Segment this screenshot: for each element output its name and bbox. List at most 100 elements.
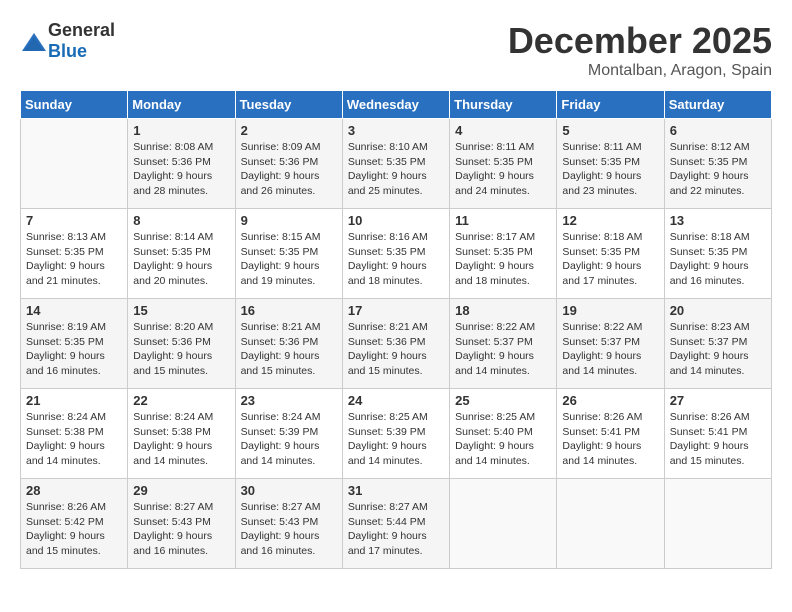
day-number: 30 (241, 483, 337, 498)
calendar-cell (664, 479, 771, 569)
day-info: Sunrise: 8:25 AM Sunset: 5:40 PM Dayligh… (455, 410, 551, 469)
day-info: Sunrise: 8:24 AM Sunset: 5:38 PM Dayligh… (26, 410, 122, 469)
calendar-cell (450, 479, 557, 569)
day-number: 29 (133, 483, 229, 498)
day-number: 16 (241, 303, 337, 318)
day-info: Sunrise: 8:22 AM Sunset: 5:37 PM Dayligh… (562, 320, 658, 379)
page-header: General Blue December 2025 Montalban, Ar… (20, 20, 772, 80)
logo-icon (20, 31, 44, 51)
day-info: Sunrise: 8:24 AM Sunset: 5:38 PM Dayligh… (133, 410, 229, 469)
day-number: 12 (562, 213, 658, 228)
day-number: 2 (241, 123, 337, 138)
calendar-cell: 7 Sunrise: 8:13 AM Sunset: 5:35 PM Daylig… (21, 209, 128, 299)
weekday-header-thursday: Thursday (450, 91, 557, 119)
calendar-week-4: 21 Sunrise: 8:24 AM Sunset: 5:38 PM Dayli… (21, 389, 772, 479)
calendar-cell: 31 Sunrise: 8:27 AM Sunset: 5:44 PM Dayli… (342, 479, 449, 569)
calendar-week-5: 28Sunrise: 8:26 AM Sunset: 5:42 PM Dayli… (21, 479, 772, 569)
calendar-cell: 20 Sunrise: 8:23 AM Sunset: 5:37 PM Dayli… (664, 299, 771, 389)
day-number: 24 (348, 393, 444, 408)
calendar-cell: 15 Sunrise: 8:20 AM Sunset: 5:36 PM Dayli… (128, 299, 235, 389)
weekday-header-tuesday: Tuesday (235, 91, 342, 119)
day-number: 20 (670, 303, 766, 318)
day-number: 8 (133, 213, 229, 228)
day-number: 26 (562, 393, 658, 408)
day-number: 25 (455, 393, 551, 408)
day-info: Sunrise: 8:23 AM Sunset: 5:37 PM Dayligh… (670, 320, 766, 379)
calendar-week-1: 1Sunrise: 8:08 AM Sunset: 5:36 PM Daylig… (21, 119, 772, 209)
location-title: Montalban, Aragon, Spain (508, 62, 772, 80)
logo-blue: Blue (48, 41, 87, 61)
day-info: Sunrise: 8:27 AM Sunset: 5:44 PM Dayligh… (348, 500, 444, 559)
day-info: Sunrise: 8:25 AM Sunset: 5:39 PM Dayligh… (348, 410, 444, 469)
day-info: Sunrise: 8:11 AM Sunset: 5:35 PM Dayligh… (562, 140, 658, 199)
calendar-cell: 24 Sunrise: 8:25 AM Sunset: 5:39 PM Dayli… (342, 389, 449, 479)
day-number: 27 (670, 393, 766, 408)
day-number: 13 (670, 213, 766, 228)
day-number: 19 (562, 303, 658, 318)
calendar-cell: 23 Sunrise: 8:24 AM Sunset: 5:39 PM Dayli… (235, 389, 342, 479)
day-info: Sunrise: 8:18 AM Sunset: 5:35 PM Dayligh… (562, 230, 658, 289)
weekday-header-wednesday: Wednesday (342, 91, 449, 119)
calendar-cell: 2Sunrise: 8:09 AM Sunset: 5:36 PM Daylig… (235, 119, 342, 209)
weekday-header-sunday: Sunday (21, 91, 128, 119)
day-number: 5 (562, 123, 658, 138)
calendar-cell: 17 Sunrise: 8:21 AM Sunset: 5:36 PM Dayli… (342, 299, 449, 389)
day-info: Sunrise: 8:13 AM Sunset: 5:35 PM Dayligh… (26, 230, 122, 289)
weekday-header-monday: Monday (128, 91, 235, 119)
day-number: 28 (26, 483, 122, 498)
day-info: Sunrise: 8:22 AM Sunset: 5:37 PM Dayligh… (455, 320, 551, 379)
day-info: Sunrise: 8:26 AM Sunset: 5:41 PM Dayligh… (562, 410, 658, 469)
day-info: Sunrise: 8:24 AM Sunset: 5:39 PM Dayligh… (241, 410, 337, 469)
day-number: 31 (348, 483, 444, 498)
day-number: 1 (133, 123, 229, 138)
day-info: Sunrise: 8:17 AM Sunset: 5:35 PM Dayligh… (455, 230, 551, 289)
day-info: Sunrise: 8:21 AM Sunset: 5:36 PM Dayligh… (348, 320, 444, 379)
day-number: 10 (348, 213, 444, 228)
day-info: Sunrise: 8:16 AM Sunset: 5:35 PM Dayligh… (348, 230, 444, 289)
calendar-cell: 14 Sunrise: 8:19 AM Sunset: 5:35 PM Dayli… (21, 299, 128, 389)
calendar-body: 1Sunrise: 8:08 AM Sunset: 5:36 PM Daylig… (21, 119, 772, 569)
day-number: 23 (241, 393, 337, 408)
calendar-cell: 21 Sunrise: 8:24 AM Sunset: 5:38 PM Dayli… (21, 389, 128, 479)
day-info: Sunrise: 8:10 AM Sunset: 5:35 PM Dayligh… (348, 140, 444, 199)
day-number: 9 (241, 213, 337, 228)
logo: General Blue (20, 20, 115, 62)
weekday-header-saturday: Saturday (664, 91, 771, 119)
calendar-cell: 1Sunrise: 8:08 AM Sunset: 5:36 PM Daylig… (128, 119, 235, 209)
day-number: 17 (348, 303, 444, 318)
calendar-week-3: 14 Sunrise: 8:19 AM Sunset: 5:35 PM Dayli… (21, 299, 772, 389)
day-number: 18 (455, 303, 551, 318)
day-number: 11 (455, 213, 551, 228)
calendar-cell: 11 Sunrise: 8:17 AM Sunset: 5:35 PM Dayli… (450, 209, 557, 299)
calendar-cell: 13 Sunrise: 8:18 AM Sunset: 5:35 PM Dayli… (664, 209, 771, 299)
calendar-cell: 9 Sunrise: 8:15 AM Sunset: 5:35 PM Daylig… (235, 209, 342, 299)
day-number: 21 (26, 393, 122, 408)
day-info: Sunrise: 8:15 AM Sunset: 5:35 PM Dayligh… (241, 230, 337, 289)
day-info: Sunrise: 8:14 AM Sunset: 5:35 PM Dayligh… (133, 230, 229, 289)
day-number: 15 (133, 303, 229, 318)
calendar-cell: 6Sunrise: 8:12 AM Sunset: 5:35 PM Daylig… (664, 119, 771, 209)
day-number: 4 (455, 123, 551, 138)
day-info: Sunrise: 8:12 AM Sunset: 5:35 PM Dayligh… (670, 140, 766, 199)
logo-general: General (48, 20, 115, 40)
day-info: Sunrise: 8:26 AM Sunset: 5:41 PM Dayligh… (670, 410, 766, 469)
day-info: Sunrise: 8:20 AM Sunset: 5:36 PM Dayligh… (133, 320, 229, 379)
day-info: Sunrise: 8:27 AM Sunset: 5:43 PM Dayligh… (241, 500, 337, 559)
day-info: Sunrise: 8:11 AM Sunset: 5:35 PM Dayligh… (455, 140, 551, 199)
calendar-cell: 22Sunrise: 8:24 AM Sunset: 5:38 PM Dayli… (128, 389, 235, 479)
calendar-cell: 16Sunrise: 8:21 AM Sunset: 5:36 PM Dayli… (235, 299, 342, 389)
day-info: Sunrise: 8:19 AM Sunset: 5:35 PM Dayligh… (26, 320, 122, 379)
calendar-cell: 5 Sunrise: 8:11 AM Sunset: 5:35 PM Daylig… (557, 119, 664, 209)
calendar-cell: 27 Sunrise: 8:26 AM Sunset: 5:41 PM Dayli… (664, 389, 771, 479)
day-info: Sunrise: 8:18 AM Sunset: 5:35 PM Dayligh… (670, 230, 766, 289)
day-number: 7 (26, 213, 122, 228)
day-number: 14 (26, 303, 122, 318)
calendar-cell: 8 Sunrise: 8:14 AM Sunset: 5:35 PM Daylig… (128, 209, 235, 299)
calendar-cell: 18 Sunrise: 8:22 AM Sunset: 5:37 PM Dayli… (450, 299, 557, 389)
title-block: December 2025 Montalban, Aragon, Spain (508, 20, 772, 80)
calendar-cell: 3Sunrise: 8:10 AM Sunset: 5:35 PM Daylig… (342, 119, 449, 209)
calendar-cell (21, 119, 128, 209)
calendar-header-row: SundayMondayTuesdayWednesdayThursdayFrid… (21, 91, 772, 119)
day-info: Sunrise: 8:27 AM Sunset: 5:43 PM Dayligh… (133, 500, 229, 559)
calendar-cell: 19 Sunrise: 8:22 AM Sunset: 5:37 PM Dayli… (557, 299, 664, 389)
